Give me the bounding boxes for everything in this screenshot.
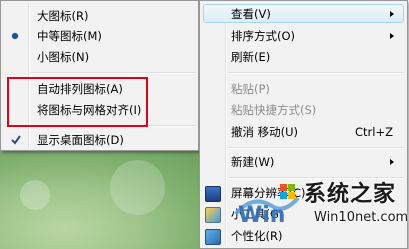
- menu-item-large-icons[interactable]: 大图标(R): [1, 5, 198, 27]
- menu-item-label: 排序方式(O): [231, 29, 296, 43]
- watermark-url: Win10net.com: [314, 210, 409, 225]
- menu-item-sort-by[interactable]: 排序方式(O): [200, 25, 407, 47]
- gadgets-icon: [205, 207, 221, 223]
- watermark-site-name: 系统之家: [304, 181, 397, 207]
- menu-item-new[interactable]: 新建(W): [200, 151, 407, 173]
- menu-item-label: 新建(W): [231, 155, 275, 169]
- menu-item-refresh[interactable]: 刷新(E): [200, 46, 407, 68]
- menu-item-label: 中等图标(M): [37, 29, 102, 43]
- radio-bullet-icon: [12, 33, 18, 39]
- menu-item-show-desktop-icons[interactable]: 显示桌面图标(D): [1, 129, 198, 151]
- highlight-annotation-box: [7, 77, 148, 127]
- menu-item-label: 刷新(E): [231, 50, 271, 64]
- submenu-arrow-icon: [390, 11, 394, 17]
- menu-item-label: 显示桌面图标(D): [37, 133, 124, 147]
- menu-item-label: 粘贴快捷方式(S): [231, 103, 317, 117]
- menu-item-label: 小图标(N): [37, 50, 90, 64]
- site-watermark: Win 系统之家 Win10net.com: [232, 172, 409, 249]
- checkmark-icon: [11, 135, 21, 145]
- menu-item-undo-move[interactable]: 撤消 移动(U) Ctrl+Z: [200, 121, 407, 143]
- menu-item-label: 查看(V): [231, 7, 271, 21]
- menu-item-paste-shortcut[interactable]: 粘贴快捷方式(S): [200, 99, 407, 121]
- menu-item-label: 粘贴(P): [231, 82, 270, 96]
- menu-item-label: 大图标(R): [37, 9, 89, 23]
- submenu-arrow-icon: [390, 159, 394, 165]
- menu-separator: [30, 72, 196, 74]
- personalize-icon: [205, 229, 221, 245]
- menu-item-view[interactable]: 查看(V): [200, 3, 407, 25]
- menu-item-paste[interactable]: 粘贴(P): [200, 78, 407, 100]
- menu-item-small-icons[interactable]: 小图标(N): [1, 46, 198, 68]
- view-submenu: 大图标(R) 中等图标(M) 小图标(N) 自动排列图标(A) 将图标与网格对齐…: [0, 0, 199, 151]
- menu-separator: [228, 147, 404, 149]
- menu-item-medium-icons[interactable]: 中等图标(M): [1, 25, 198, 47]
- menu-item-shortcut: Ctrl+Z: [355, 125, 393, 139]
- menu-separator: [228, 72, 404, 74]
- svg-text:Win: Win: [238, 203, 285, 228]
- menu-item-label: 撤消 移动(U): [231, 125, 299, 139]
- monitor-icon: [205, 186, 221, 202]
- submenu-arrow-icon: [390, 33, 394, 39]
- desktop-background: [0, 150, 215, 249]
- windows-logo-icon: Win: [234, 184, 300, 228]
